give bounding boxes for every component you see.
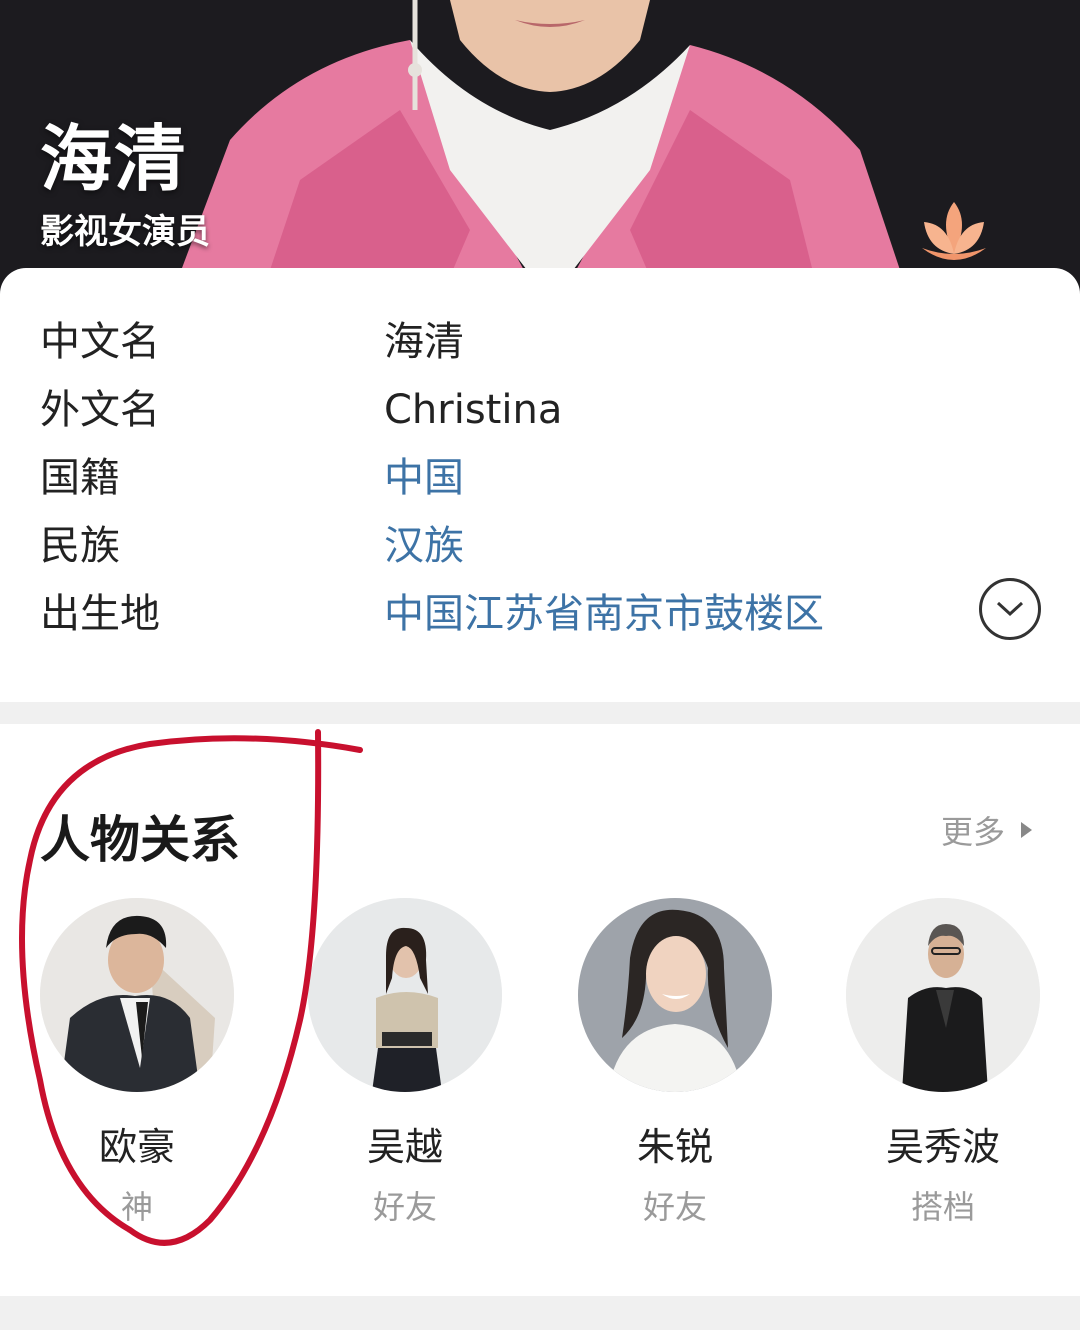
info-label: 中文名: [40, 319, 160, 365]
person-name: 吴越: [366, 1125, 443, 1169]
person-name: 朱锐: [636, 1125, 713, 1169]
bottom-divider: [0, 1296, 1080, 1330]
info-value: 海清: [384, 319, 464, 365]
basic-info-card: 中文名 海清 外文名 Christina 国籍 中国 民族 汉族 出生地 中国江…: [0, 268, 1080, 702]
triangle-right-icon: [1021, 822, 1033, 838]
relations-title: 人物关系: [40, 811, 240, 869]
nationality-link[interactable]: 中国: [384, 446, 464, 510]
person-name: 欧豪: [98, 1125, 175, 1169]
lotus-icon: [922, 202, 986, 260]
avatar: [40, 898, 234, 1092]
avatar: [578, 898, 772, 1092]
profile-name: 海清: [40, 117, 189, 201]
more-label: 更多: [941, 813, 1006, 851]
person-name: 吴秀波: [885, 1125, 1000, 1169]
profile-title: 影视女演员: [40, 212, 210, 252]
birthplace-link[interactable]: 中国江苏省南京市鼓楼区: [384, 582, 824, 646]
info-value: Christina: [384, 387, 563, 433]
person-relation: 神: [120, 1188, 153, 1226]
avatar: [846, 898, 1040, 1092]
person-relation: 搭档: [910, 1188, 975, 1226]
expand-info-button[interactable]: [979, 578, 1041, 640]
relation-person[interactable]: 欧豪 神: [34, 898, 234, 1226]
chevron-down-icon: [996, 601, 1024, 617]
info-label: 民族: [40, 523, 120, 569]
relation-person[interactable]: 朱锐 好友: [572, 898, 772, 1226]
info-label: 国籍: [40, 455, 120, 501]
ethnicity-link[interactable]: 汉族: [384, 514, 464, 578]
info-label: 外文名: [40, 387, 160, 433]
relation-person[interactable]: 吴秀波 搭档: [840, 898, 1040, 1226]
more-relations-link[interactable]: 更多: [941, 810, 1033, 851]
relation-person[interactable]: 吴越 好友: [302, 898, 502, 1226]
info-row-birthplace: 出生地 中国江苏省南京市鼓楼区: [0, 582, 1080, 646]
info-row-ethnicity: 民族 汉族: [0, 514, 1080, 578]
section-divider: [0, 702, 1080, 724]
info-row-nationality: 国籍 中国: [0, 446, 1080, 510]
person-relation: 好友: [372, 1188, 437, 1226]
profile-hero: 海清 影视女演员: [0, 0, 1080, 300]
avatar: [308, 898, 502, 1092]
relations-section: 人物关系 更多 欧豪 神 吴越 好友 朱锐 好友 吴秀波 搭档: [0, 724, 1080, 1296]
person-relation: 好友: [642, 1188, 707, 1226]
info-row-foreign-name: 外文名 Christina: [0, 378, 1080, 442]
info-row-chinese-name: 中文名 海清: [0, 310, 1080, 374]
info-label: 出生地: [40, 591, 160, 637]
